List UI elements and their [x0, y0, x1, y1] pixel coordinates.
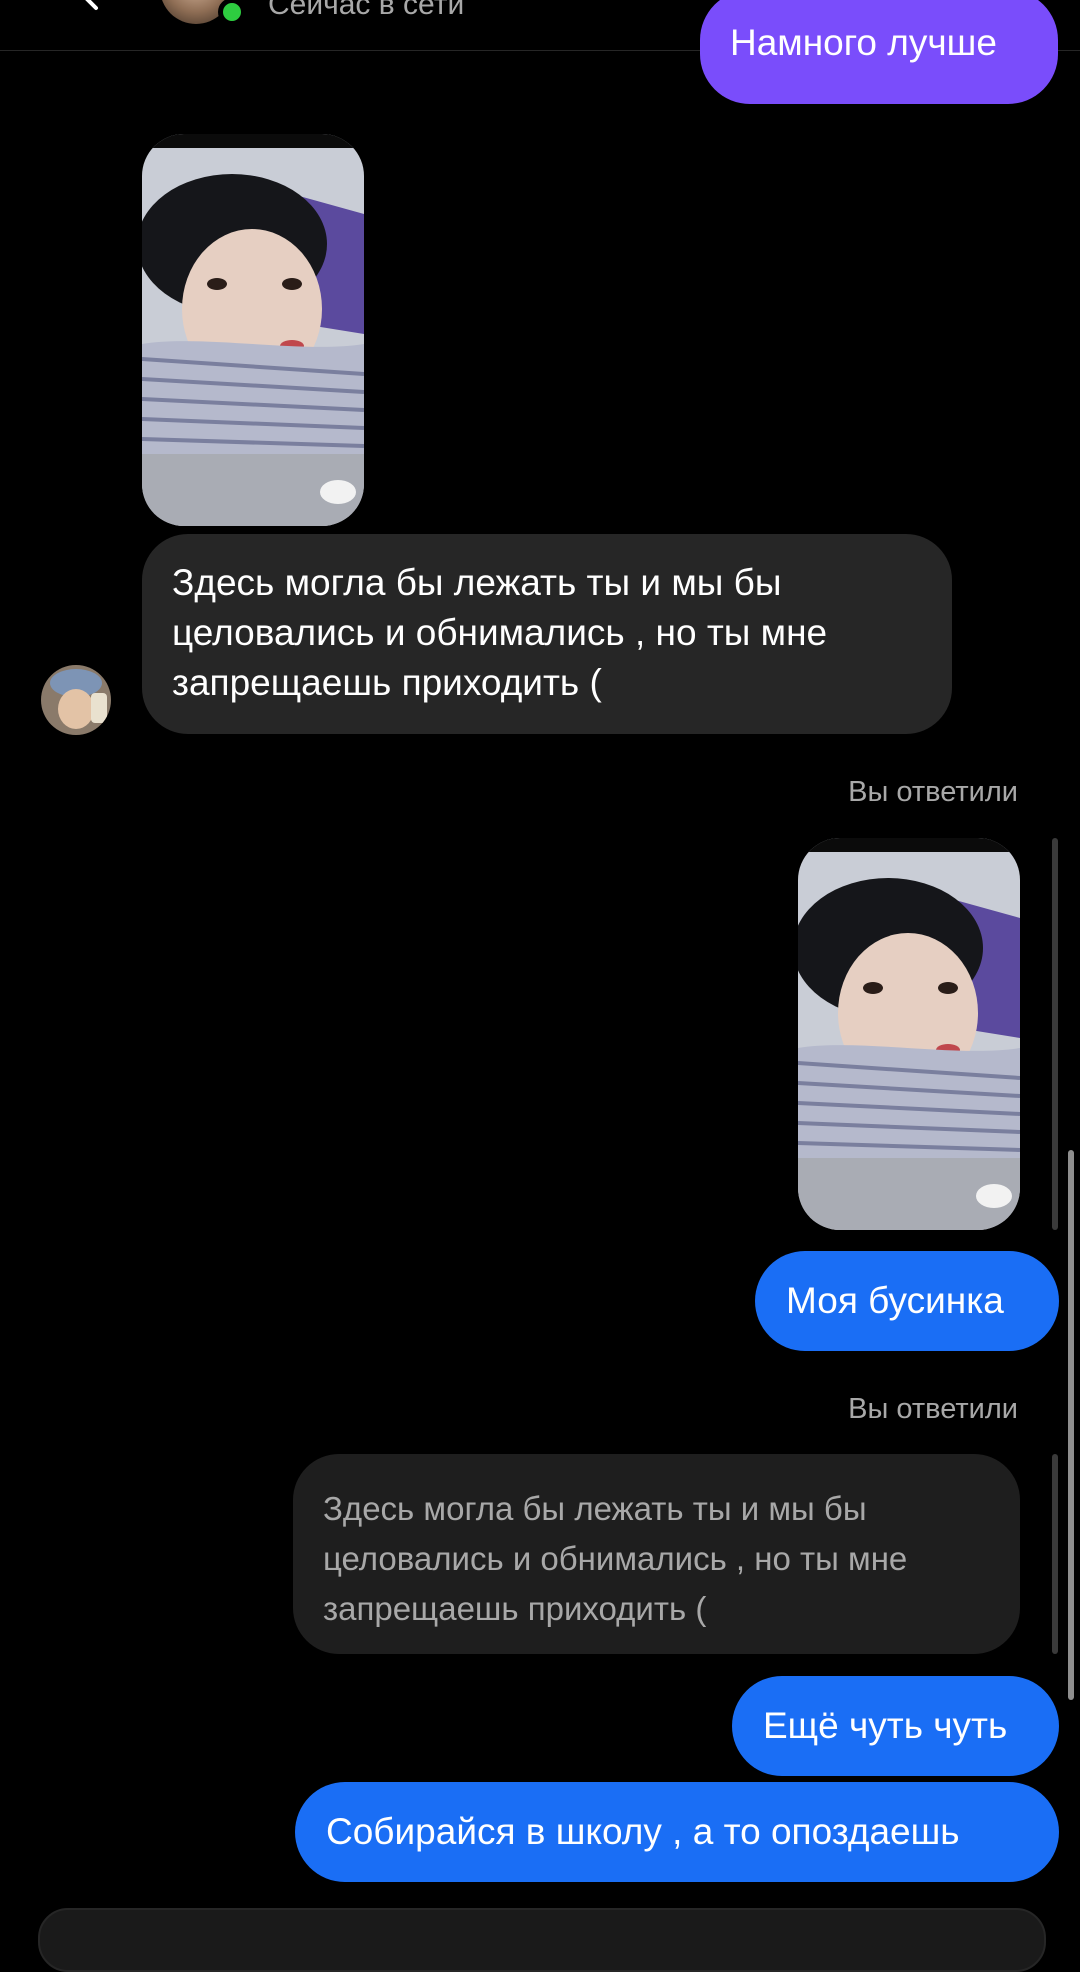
- sent-message-bubble[interactable]: Намного лучше: [700, 0, 1058, 104]
- online-indicator: [218, 0, 246, 26]
- sent-message-bubble[interactable]: Моя бусинка: [755, 1251, 1059, 1351]
- replied-label: Вы ответили: [848, 776, 1018, 808]
- quoted-message-bubble[interactable]: Здесь могла бы лежать ты и мы бы целовал…: [293, 1454, 1020, 1654]
- photo-image: [798, 838, 1020, 1230]
- quoted-text-line: Здесь могла бы лежать ты и мы бы: [323, 1490, 867, 1527]
- quoted-text-line: целовались и обнимались , но ты мне: [323, 1540, 908, 1577]
- reply-indicator-bar: [1052, 838, 1058, 1230]
- replied-label: Вы ответили: [848, 1393, 1018, 1425]
- avatar-image: [41, 665, 111, 735]
- message-text-line: Здесь могла бы лежать ты и мы бы: [172, 562, 782, 603]
- quoted-photo[interactable]: [798, 838, 1020, 1230]
- received-message-bubble[interactable]: Здесь могла бы лежать ты и мы бы целовал…: [142, 534, 952, 734]
- message-text: Моя бусинка: [786, 1280, 1004, 1321]
- received-photo[interactable]: [142, 134, 364, 526]
- photo-image: [142, 134, 364, 526]
- message-text-line: запрещаешь приходить (: [172, 662, 602, 703]
- sent-message-bubble[interactable]: Собирайся в школу , а то опоздаешь: [295, 1782, 1059, 1882]
- message-text: Намного лучше: [730, 22, 997, 63]
- reply-indicator-bar: [1052, 1454, 1058, 1654]
- contact-status: Сейчас в сети: [268, 0, 465, 21]
- sent-message-bubble[interactable]: Ещё чуть чуть: [732, 1676, 1059, 1776]
- sender-avatar[interactable]: [41, 665, 111, 735]
- scrollbar[interactable]: [1068, 1150, 1074, 1700]
- back-icon[interactable]: [72, 0, 108, 12]
- message-text: Ещё чуть чуть: [763, 1705, 1008, 1746]
- quoted-text-line: запрещаешь приходить (: [323, 1590, 707, 1627]
- message-text-line: целовались и обнимались , но ты мне: [172, 612, 828, 653]
- message-composer[interactable]: [38, 1908, 1046, 1972]
- message-text: Собирайся в школу , а то опоздаешь: [326, 1811, 960, 1852]
